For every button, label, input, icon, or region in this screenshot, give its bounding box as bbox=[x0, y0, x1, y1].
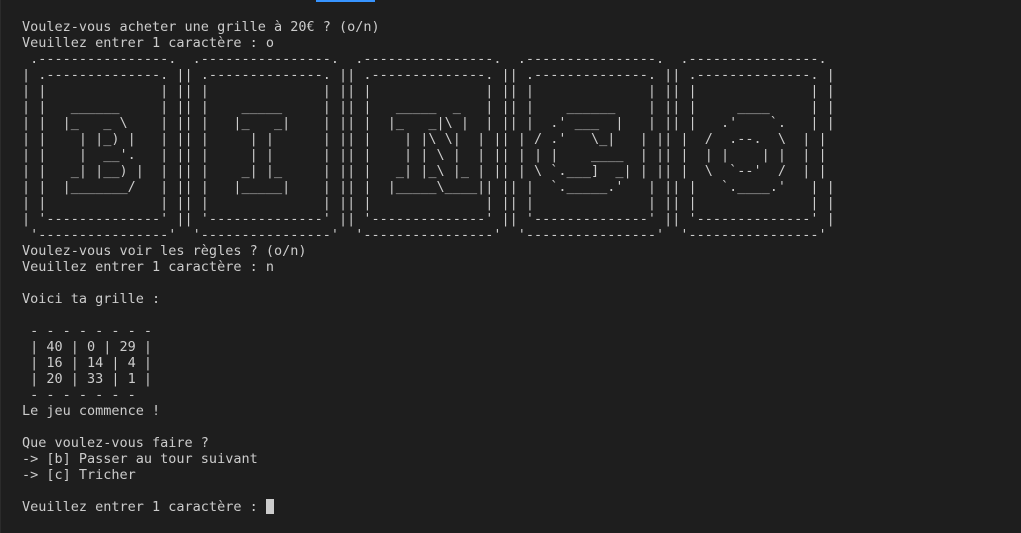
terminal-line: '----------------' '----------------' '-… bbox=[30, 227, 827, 243]
terminal-line: | | | || | | || | | || | | || | | | bbox=[22, 195, 835, 211]
terminal-line: | | _| |__) | | || | _| |_ | || | _| |_\… bbox=[22, 163, 827, 179]
terminal-line: Veuillez entrer 1 caractère : o bbox=[22, 35, 274, 51]
terminal-line: - - - - - - - bbox=[30, 387, 136, 403]
text-cursor[interactable] bbox=[265, 499, 274, 514]
terminal-line: Que voulez-vous faire ? bbox=[22, 435, 209, 451]
input-prompt: Veuillez entrer 1 caractère : bbox=[22, 499, 266, 515]
terminal-line: | 20 | 33 | 1 | bbox=[30, 371, 153, 387]
terminal-line: | | |_ _ \ | || | |_ _| | || | |_ _|\ | … bbox=[22, 115, 835, 131]
terminal-line: Voici ta grille : bbox=[22, 291, 161, 307]
terminal-line: Voulez-vous voir les règles ? (o/n) bbox=[22, 243, 307, 259]
terminal-line: Le jeu commence ! bbox=[22, 403, 161, 419]
active-tab-indicator bbox=[316, 0, 375, 2]
terminal-line: | .--------------. || .--------------. |… bbox=[22, 67, 835, 83]
terminal-line: | | |_______/ | || | |_____| | || | |___… bbox=[22, 179, 835, 195]
terminal-panel[interactable]: Voulez-vous acheter une grille à 20€ ? (… bbox=[0, 0, 1021, 533]
terminal-line: | 40 | 0 | 29 | bbox=[30, 339, 153, 355]
terminal-line: | | | |_) | | || | | | | || | | |\ \| | … bbox=[22, 131, 827, 147]
terminal-line: -> [c] Tricher bbox=[22, 467, 136, 483]
terminal-line: | | | __'. | || | | | | || | | | \ | | |… bbox=[22, 147, 827, 163]
terminal-line: | | | || | | || | | || | | || | | | bbox=[22, 83, 835, 99]
terminal-line: -> [b] Passer au tour suivant bbox=[22, 451, 258, 467]
terminal-line: Veuillez entrer 1 caractère : n bbox=[22, 259, 274, 275]
terminal-output: Voulez-vous acheter une grille à 20€ ? (… bbox=[22, 19, 835, 515]
terminal-line: .----------------. .----------------. .-… bbox=[30, 51, 827, 67]
terminal-line: | '--------------' || '--------------' |… bbox=[22, 211, 835, 227]
terminal-line: | | ______ | || | _____ | || | _____ _ |… bbox=[22, 99, 835, 115]
panel-border bbox=[0, 0, 1, 533]
terminal-line: - - - - - - - - bbox=[30, 323, 153, 339]
terminal-line: Voulez-vous acheter une grille à 20€ ? (… bbox=[22, 19, 380, 35]
terminal-line: | 16 | 14 | 4 | bbox=[30, 355, 153, 371]
terminal-lines: Voulez-vous acheter une grille à 20€ ? (… bbox=[22, 19, 835, 483]
